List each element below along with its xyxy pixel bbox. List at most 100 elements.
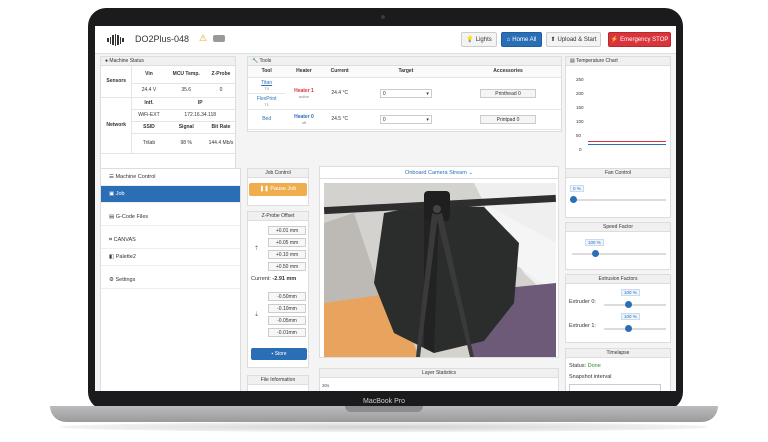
job-control-panel: Job Control ❚❚ Pause Job [247, 168, 309, 206]
file-information-header: File Information [248, 376, 308, 385]
palette-icon: ◧ [109, 254, 115, 260]
chart-icon: ▤ [570, 58, 575, 64]
zprobe-current: Current: -2.91 mm [251, 276, 297, 282]
col-vin: Vin [131, 66, 166, 84]
extruder-1-slider-knob[interactable] [625, 325, 632, 332]
y-tick-100: 100 [576, 119, 584, 124]
y-tick-0: 0 [579, 147, 582, 152]
extruder-0-slider-knob[interactable] [625, 301, 632, 308]
col-mcu: MCU Temp. [165, 66, 207, 84]
sliders-icon: ☰ [109, 174, 114, 180]
camera-frame-illustration [324, 183, 556, 357]
zprobe-offset-panel: Z-Probe Offset ⇡ +0.01 mm +0.05 mm +0.10… [247, 211, 309, 368]
zprobe-value: 0 [207, 83, 235, 98]
upload-start-button[interactable]: ⬆ Upload & Start [546, 32, 601, 47]
col-ip: IP [165, 97, 235, 110]
fan-slider-track[interactable] [572, 199, 666, 201]
home-all-button[interactable]: ⌂ Home All [501, 32, 542, 47]
fan-slider-knob[interactable] [570, 196, 577, 203]
sidebar-item-palette2[interactable]: ◧ Palette2 [101, 249, 240, 266]
zprobe-minus-010-button[interactable]: -0.10mm [268, 304, 306, 313]
layer-statistics-panel: Layer Statistics 30s [319, 368, 559, 391]
pause-job-button[interactable]: ❚❚ Pause Job [249, 183, 307, 196]
tool-titan-cell: Titan T0 [248, 77, 286, 94]
ssid-value: Trilab [131, 133, 166, 154]
timelapse-header: Timelapse [566, 349, 670, 358]
zprobe-plus-050-button[interactable]: +0.50 mm [268, 262, 306, 271]
camera-stream-image [324, 183, 556, 357]
info-icon: ● [105, 58, 109, 64]
printhead-0-button[interactable]: Printhead 0 [480, 88, 537, 98]
extruder-1-slider-track[interactable] [604, 328, 666, 330]
machine-status-header: ● Machine Status [101, 57, 235, 66]
machine-control-title: ☰ Machine Control [101, 169, 240, 186]
tool-flexprint-cell: FlexPrint T1 [248, 93, 286, 110]
gear-icon: ⚙ [109, 277, 114, 283]
bulb-icon: 💡 [466, 37, 474, 43]
camera-header[interactable]: Onboard Camera Stream ⌄ [320, 167, 558, 179]
file-information-panel: File Information [247, 375, 309, 391]
speed-slider-knob[interactable] [592, 250, 599, 257]
upload-icon: ⬆ [550, 37, 556, 43]
fan-control-panel: Fan Control 0 % [565, 168, 671, 218]
wrench-icon: 🔧 [252, 58, 259, 64]
zprobe-minus-050-button[interactable]: -0.50mm [268, 292, 306, 301]
sidebar-item-job[interactable]: ▣ Job [101, 186, 240, 203]
extruder-1-label: Extruder 1: [569, 323, 596, 329]
extrusion-factors-panel: Extrusion Factors 100 % Extruder 0: 100 … [565, 274, 671, 343]
layer-statistics-header: Layer Statistics [320, 369, 558, 378]
speed-factor-header: Speed Factor [566, 223, 670, 232]
speed-value-badge: 100 % [585, 239, 604, 246]
zprobe-plus-005-button[interactable]: +0.05 mm [268, 238, 306, 247]
status-badge [213, 35, 225, 42]
sidebar-item-gcode-files[interactable]: ▤ G-Code Files [101, 209, 240, 226]
extruder-0-label: Extruder 0: [569, 299, 596, 305]
col-zprobe: Z-Probe [207, 66, 235, 84]
sidebar-item-canvas[interactable]: ⌗ CANVAS [101, 232, 240, 249]
lights-button[interactable]: 💡 Lights [461, 32, 497, 47]
extruder-0-value-badge: 100 % [621, 289, 640, 296]
printpad-0-button[interactable]: Printpad 0 [480, 114, 537, 124]
laptop-notch [345, 406, 423, 412]
emergency-stop-button[interactable]: ⚡ Emergency STOP [608, 32, 671, 47]
zprobe-header: Z-Probe Offset [248, 212, 308, 221]
home-icon: ⌂ [506, 36, 511, 43]
extrusion-factors-header: Extrusion Factors [566, 275, 670, 284]
zprobe-plus-010-button[interactable]: +0.10 mm [268, 250, 306, 259]
laptop-shadow [60, 422, 708, 432]
extruder-1-value-badge: 100 % [621, 313, 640, 320]
laptop-camera [381, 15, 385, 19]
chevron-down-icon: ⌄ [468, 170, 473, 176]
laptop-label: MacBook Pro [362, 398, 406, 405]
heater-1-temp-line [588, 141, 666, 142]
col-bitrate: Bit Rate [207, 121, 235, 134]
mcu-value: 35.6 [165, 83, 207, 98]
down-arrow-icon: ⇣ [254, 312, 260, 318]
app-screen: DO2Plus-048 ⚠ 💡 Lights ⌂ Home All ⬆ Uplo… [95, 26, 676, 391]
timelapse-status: Status: Done [569, 363, 601, 369]
power-icon: ⚡ [610, 37, 619, 43]
sidebar-item-settings[interactable]: ⚙ Settings [101, 272, 240, 289]
zprobe-minus-001-button[interactable]: -0.01mm [268, 328, 306, 337]
snapshot-interval-input[interactable] [569, 384, 661, 391]
store-button[interactable]: ▪ Store [251, 348, 307, 360]
tool-titan-sub: T0 [264, 85, 269, 91]
y-tick-150: 150 [576, 105, 584, 110]
extruder-0-slider-track[interactable] [604, 304, 666, 306]
tool-bed-link[interactable]: Bed [248, 116, 285, 122]
col-current: Current [322, 66, 357, 78]
warning-icon[interactable]: ⚠ [199, 33, 207, 44]
zprobe-minus-005-button[interactable]: -0.05mm [268, 316, 306, 325]
heater-0-target-select[interactable]: 0 [379, 114, 432, 124]
tools-panel: 🔧 Tools Tool Heater Current Target Acces… [247, 56, 562, 132]
zprobe-plus-001-button[interactable]: +0.01 mm [268, 226, 306, 235]
col-intf: Intf. [131, 97, 166, 110]
sensors-table: Sensors Vin MCU Temp. Z-Probe 24.4 V 35.… [101, 66, 235, 154]
machine-title[interactable]: DO2Plus-048 [135, 34, 189, 44]
files-icon: ▤ [109, 214, 115, 220]
bitrate-value: 144.4 Mb/s [207, 133, 235, 154]
heater-1-target-select[interactable]: 0 [379, 88, 432, 98]
speed-slider-track[interactable] [572, 253, 666, 255]
network-label: Network [101, 97, 133, 154]
heater-0-state: off [301, 119, 307, 125]
